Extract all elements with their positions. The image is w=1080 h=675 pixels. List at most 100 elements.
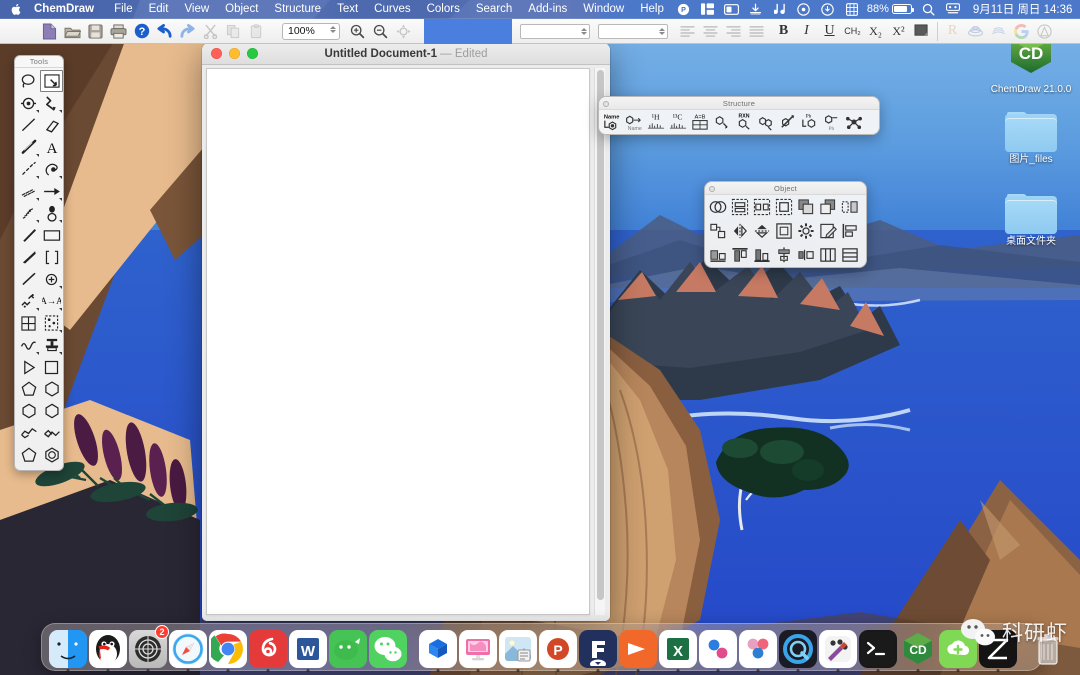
columns-icon[interactable] xyxy=(696,0,720,19)
warning-button[interactable] xyxy=(1033,20,1056,42)
toolbar-field-one[interactable] xyxy=(520,23,590,39)
fit-to-object-button[interactable] xyxy=(773,196,795,218)
marquee-select-tool[interactable] xyxy=(40,70,63,92)
chair-ring-alt-tool[interactable] xyxy=(40,422,63,444)
dock-finder[interactable] xyxy=(49,627,87,672)
close-button[interactable] xyxy=(211,48,222,59)
lab-equipment-tool[interactable] xyxy=(40,334,63,356)
document-titlebar[interactable]: Untitled Document-1 — Edited xyxy=(202,43,610,65)
zoom-out-button[interactable] xyxy=(369,20,392,42)
menu-search[interactable]: Search xyxy=(468,0,520,19)
align-justify-button[interactable] xyxy=(745,20,768,42)
bring-to-front-button[interactable] xyxy=(795,196,817,218)
dock-imac[interactable] xyxy=(459,627,497,672)
align-baseline-button[interactable] xyxy=(751,244,773,266)
search-icon[interactable] xyxy=(917,0,941,19)
cut-button[interactable] xyxy=(199,20,222,42)
object-settings-button[interactable] xyxy=(795,220,817,242)
flip-vertical-button[interactable] xyxy=(751,220,773,242)
align-objects-button[interactable] xyxy=(729,196,751,218)
apple-icon[interactable] xyxy=(0,3,32,16)
align-center-button[interactable] xyxy=(699,20,722,42)
hashed-wedge-tool[interactable] xyxy=(17,202,40,224)
google-search-button[interactable] xyxy=(1010,20,1033,42)
menubar-app-name[interactable]: ChemDraw xyxy=(32,0,106,19)
zoom-fit-button[interactable] xyxy=(392,20,415,42)
align-top-button[interactable] xyxy=(729,244,751,266)
dock-quicktime[interactable] xyxy=(779,627,817,672)
tlc-plate-tool[interactable] xyxy=(40,312,63,334)
add-ligand-button[interactable]: Ph xyxy=(799,111,821,133)
grid-icon[interactable] xyxy=(840,0,864,19)
dock-chemdraw[interactable]: CD xyxy=(899,627,937,672)
arrow-down-circle-icon[interactable] xyxy=(816,0,840,19)
minimize-button[interactable] xyxy=(229,48,240,59)
wedged-bond-tool[interactable] xyxy=(17,246,40,268)
structure-palette[interactable]: Structure Name Name ¹H ¹³C A=B RXN Ph Ph xyxy=(598,96,880,135)
cyclopentadiene-tool[interactable] xyxy=(17,444,40,466)
bond-chain-tool[interactable] xyxy=(17,290,40,312)
drawing-canvas[interactable] xyxy=(206,68,590,615)
dock-powerpoint[interactable]: P xyxy=(539,627,577,672)
atom-charge-tool[interactable] xyxy=(40,268,63,290)
toolbar-field-two[interactable] xyxy=(598,23,668,39)
atom-map-tool[interactable]: A→A xyxy=(40,290,63,312)
dock-onedrive[interactable] xyxy=(419,627,457,672)
chevron-updown-icon[interactable] xyxy=(330,25,336,33)
underline-button[interactable]: U xyxy=(818,21,841,42)
bold-button[interactable]: B xyxy=(772,21,795,42)
orbital-tool[interactable] xyxy=(40,202,63,224)
r-label-button[interactable]: R xyxy=(941,21,964,42)
menubar-clock[interactable]: 9月11日 周日 14:36 xyxy=(965,1,1079,17)
menu-structure[interactable]: Structure xyxy=(266,0,329,19)
predict-c-nmr-button[interactable]: ¹³C xyxy=(667,111,689,133)
menu-view[interactable]: View xyxy=(176,0,217,19)
eraser-tool[interactable] xyxy=(40,114,63,136)
triangle-tool[interactable] xyxy=(17,356,40,378)
dock-excel[interactable]: X xyxy=(659,627,697,672)
zoom-button[interactable] xyxy=(247,48,258,59)
benzene-tool[interactable] xyxy=(40,444,63,466)
dock-wechat[interactable] xyxy=(369,627,407,668)
play-circle-icon[interactable] xyxy=(792,0,816,19)
dock-app-badge[interactable]: 2 xyxy=(129,624,169,672)
menu-object[interactable]: Object xyxy=(217,0,266,19)
distribute-objects-button[interactable] xyxy=(751,196,773,218)
clean-reaction-button[interactable]: RXN xyxy=(733,111,755,133)
paste-button[interactable] xyxy=(245,20,268,42)
chevron-updown-icon[interactable] xyxy=(581,27,587,35)
center-horizontally-button[interactable] xyxy=(773,244,795,266)
ungroup-button[interactable] xyxy=(839,196,861,218)
check-structure-button[interactable] xyxy=(711,111,733,133)
join-objects-button[interactable] xyxy=(707,220,729,242)
scrollbar-thumb[interactable] xyxy=(597,70,604,600)
group-objects-button[interactable] xyxy=(707,196,729,218)
menu-addins[interactable]: Add-ins xyxy=(520,0,575,19)
dock-chrome[interactable] xyxy=(209,627,247,672)
brackets-tool[interactable] xyxy=(40,246,63,268)
structure-palette-header[interactable]: Structure xyxy=(599,97,879,110)
redo-button[interactable] xyxy=(176,20,199,42)
print-button[interactable] xyxy=(107,20,130,42)
dock-paint-app[interactable] xyxy=(819,627,857,672)
desktop-icon-desktop-folder[interactable]: 桌面文件夹 xyxy=(988,194,1074,248)
menu-text[interactable]: Text xyxy=(329,0,366,19)
chemscript-button[interactable] xyxy=(964,20,987,42)
save-document-button[interactable] xyxy=(84,20,107,42)
dock-figma-like[interactable] xyxy=(579,627,617,672)
zoom-in-button[interactable] xyxy=(346,20,369,42)
chair-ring-tool[interactable] xyxy=(17,422,40,444)
distribute-columns-button[interactable] xyxy=(817,244,839,266)
new-document-button[interactable] xyxy=(38,20,61,42)
object-frame-button[interactable] xyxy=(773,220,795,242)
palette-collapse-icon[interactable] xyxy=(709,185,715,192)
flip-horizontal-button[interactable] xyxy=(729,220,751,242)
dock-baidu-netdisk[interactable] xyxy=(739,627,777,672)
dock-keynote[interactable] xyxy=(619,627,657,672)
formula-button[interactable]: CH₂ xyxy=(841,21,864,42)
bold-bond-tool[interactable] xyxy=(17,136,40,158)
menu-curves[interactable]: Curves xyxy=(366,0,418,19)
menu-file[interactable]: File xyxy=(106,0,141,19)
text-tool[interactable]: A xyxy=(40,136,63,158)
hollow-wedge-tool[interactable] xyxy=(17,268,40,290)
